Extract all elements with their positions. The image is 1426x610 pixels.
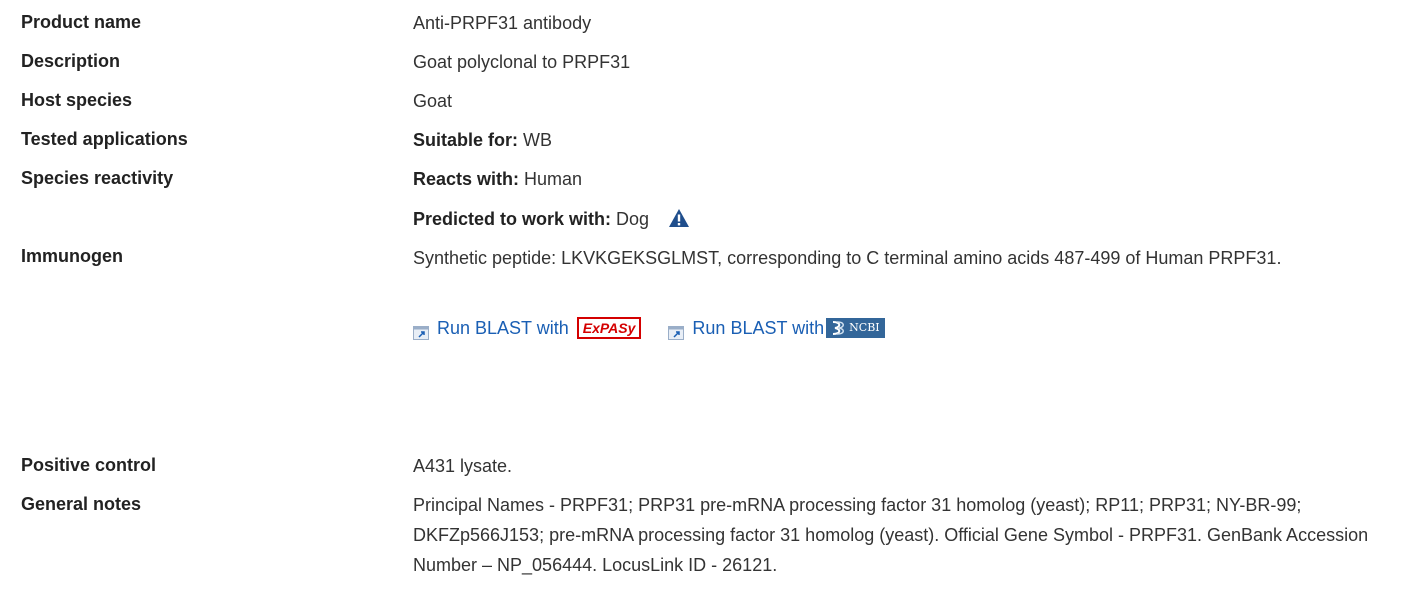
label-positive-control: Positive control xyxy=(21,455,157,475)
value-description: Goat polyclonal to PRPF31 xyxy=(413,52,631,72)
expasy-logo: ExPASy xyxy=(576,317,642,339)
blast-ncbi-link[interactable]: Run BLAST with NCBI xyxy=(668,315,885,341)
blast-ncbi-label: Run BLAST with xyxy=(692,318,825,338)
value-product-name: Anti-PRPF31 antibody xyxy=(413,13,592,33)
warning-triangle-icon[interactable] xyxy=(668,208,690,235)
label-tested-applications: Tested applications xyxy=(21,129,188,149)
blast-links: Run BLAST with ExPASy Run BLAST with NCB… xyxy=(413,315,1408,347)
label-host-species: Host species xyxy=(21,90,133,110)
label-description: Description xyxy=(21,51,121,71)
ncbi-logo: NCBI xyxy=(826,318,885,338)
value-reacts-with: Reacts with: Human xyxy=(413,168,1408,190)
ncbi-logo-text: NCBI xyxy=(849,321,880,334)
label-species-reactivity: Species reactivity xyxy=(21,168,174,188)
label-general-notes: General notes xyxy=(21,494,142,514)
reacts-with-prefix: Reacts with: xyxy=(413,169,520,189)
external-link-icon xyxy=(668,321,685,340)
value-general-notes: Principal Names - PRPF31; PRP31 pre-mRNA… xyxy=(413,495,1369,575)
label-product-name: Product name xyxy=(21,12,142,32)
label-immunogen: Immunogen xyxy=(21,246,123,266)
blast-expasy-link[interactable]: Run BLAST with ExPASy xyxy=(413,315,642,341)
value-tested-applications: Suitable for: WB xyxy=(413,129,1408,151)
value-predicted-to-work: Predicted to work with: Dog xyxy=(413,206,1408,235)
value-immunogen: Synthetic peptide: LKVKGEKSGLMST, corres… xyxy=(413,248,1282,268)
blast-expasy-label: Run BLAST with xyxy=(437,318,569,338)
reacts-with-value: Human xyxy=(524,169,583,189)
external-link-icon xyxy=(413,321,429,340)
value-host-species: Goat xyxy=(413,91,453,111)
suitable-for-value: WB xyxy=(523,130,553,150)
value-positive-control: A431 lysate. xyxy=(413,456,513,476)
suitable-for-prefix: Suitable for: xyxy=(413,130,519,150)
predicted-value: Dog xyxy=(616,209,650,229)
predicted-prefix: Predicted to work with: xyxy=(413,209,612,229)
